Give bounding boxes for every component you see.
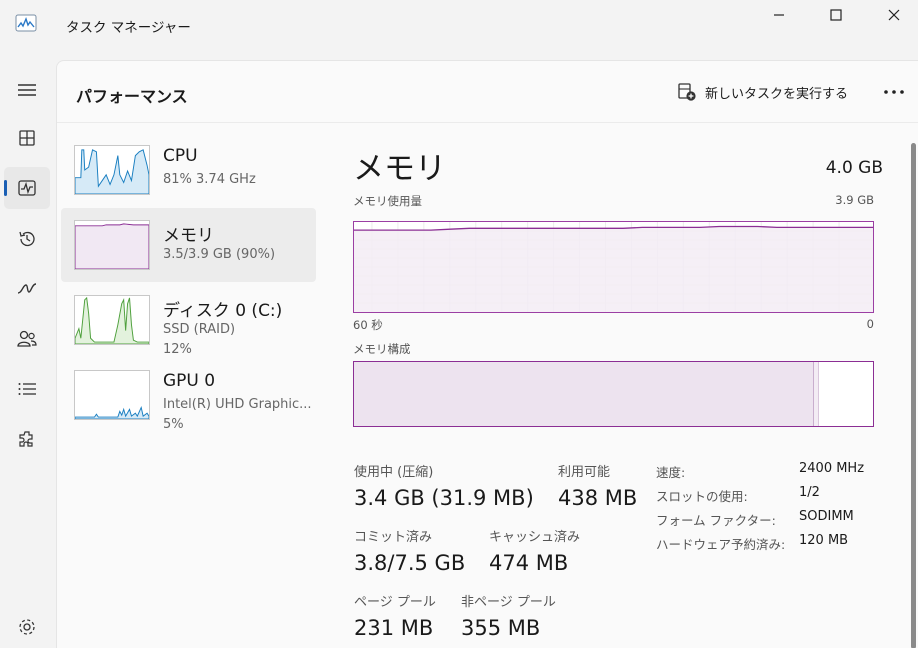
composition-label: メモリ構成 [353,342,411,356]
minimize-icon [774,14,784,16]
composition-in-use [354,362,814,426]
run-task-icon [678,83,696,101]
device-usage: 12% [163,342,192,357]
startup-apps-icon [17,283,37,294]
speed-value: 2400 MHz [799,461,865,476]
device-detail: 81% 3.74 GHz [163,172,256,187]
slots-label: スロットの使用: [656,489,748,504]
usage-graph-label: メモリ使用量 [353,194,422,208]
slots-value: 1/2 [799,485,820,500]
cached-label: キャッシュ済み [489,530,581,545]
memory-usage-graph [353,221,874,313]
scrollbar[interactable] [911,143,916,648]
window-title: タスク マネージャー [66,20,191,36]
users-icon [17,330,37,347]
hardware-reserved-label: ハードウェア予約済み: [656,537,786,552]
resource-title: メモリ [353,151,446,187]
device-item-gpu[interactable]: GPU 0 Intel(R) UHD Graphic... 5% [61,358,316,432]
memory-usage-line [354,222,873,312]
nav-menu-button[interactable] [4,69,50,111]
more-options-button[interactable] [877,79,911,105]
composition-modified [814,362,819,426]
device-detail: Intel(R) UHD Graphic... [163,397,312,412]
committed-value: 3.8/7.5 GB [354,551,466,575]
device-item-memory[interactable]: メモリ 3.5/3.9 GB (90%) [61,208,316,282]
device-name: メモリ [163,226,214,246]
run-new-task-button[interactable]: 新しいタスクを実行する [677,79,848,105]
form-factor-value: SODIMM [799,509,854,524]
nonpaged-pool-value: 355 MB [461,616,541,640]
gpu-thumbnail-graph [74,370,150,420]
nav-users[interactable] [4,318,50,360]
details-icon [18,383,36,395]
navigation-rail [0,60,56,648]
nav-app-history[interactable] [4,218,50,260]
device-detail: 3.5/3.9 GB (90%) [163,247,276,262]
app-history-icon [19,231,35,247]
services-icon [19,431,33,447]
time-axis-end: 0 [866,317,874,331]
speed-label: 速度: [656,465,686,480]
memory-thumbnail-graph [74,220,150,270]
device-usage: 5% [163,417,184,432]
usage-area [354,226,873,312]
processes-icon [19,130,35,146]
device-item-cpu[interactable]: CPU 81% 3.74 GHz [61,133,316,207]
form-factor-label: フォーム ファクター: [656,513,776,528]
nonpaged-pool-label: 非ページ プール [461,595,556,610]
run-task-label: 新しいタスクを実行する [705,86,849,102]
total-memory: 4.0 GB [825,158,883,178]
nav-processes[interactable] [4,117,50,159]
device-name: ディスク 0 (C:) [163,301,283,321]
disk-thumbnail-graph [74,295,150,345]
memory-composition-bar [353,361,874,427]
title-bar: タスク マネージャー [0,0,918,48]
in-use-value: 3.4 GB (31.9 MB) [354,486,534,510]
performance-icon [18,180,36,196]
available-value: 438 MB [558,486,638,510]
committed-label: コミット済み [354,530,433,545]
cpu-thumbnail-graph [74,145,150,195]
active-nav-indicator [4,180,7,196]
paged-pool-label: ページ プール [354,595,436,610]
page-header: パフォーマンス 新しいタスクを実行する [57,61,918,123]
minimize-button[interactable] [751,0,807,30]
maximize-button[interactable] [808,0,864,30]
more-icon [884,90,904,94]
usage-graph-max: 3.9 GB [835,193,874,207]
close-icon [888,9,900,21]
nav-services[interactable] [4,418,50,460]
paged-pool-value: 231 MB [354,616,434,640]
cached-value: 474 MB [489,551,569,575]
maximize-icon [830,9,842,21]
page-title: パフォーマンス [76,87,188,106]
time-axis-start: 60 秒 [353,318,383,332]
settings-icon [19,619,35,635]
hamburger-menu-icon [18,84,36,96]
available-label: 利用可能 [558,465,611,480]
nav-performance[interactable] [4,167,50,209]
device-name: GPU 0 [163,371,216,391]
device-detail: SSD (RAID) [163,322,236,337]
task-manager-app-icon [15,14,37,32]
device-name: CPU [163,146,198,166]
performance-panel: パフォーマンス 新しいタスクを実行する CPU 81% 3.74 GHz メモリ… [56,60,918,648]
nav-settings[interactable] [4,606,50,648]
close-button[interactable] [866,0,918,30]
nav-startup-apps[interactable] [4,268,50,310]
nav-details[interactable] [4,368,50,410]
in-use-label: 使用中 (圧縮) [354,465,434,480]
device-item-disk[interactable]: ディスク 0 (C:) SSD (RAID) 12% [61,283,316,357]
hardware-reserved-value: 120 MB [799,533,849,548]
